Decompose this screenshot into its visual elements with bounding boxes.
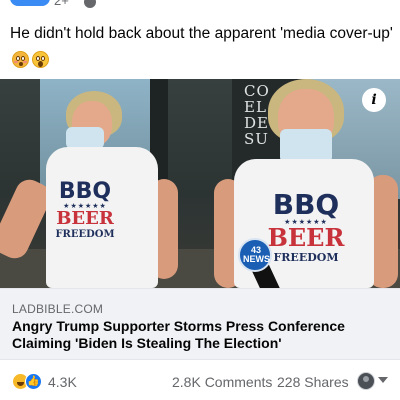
person-left: BBQ ★★★★★★ BEER FREEDOM xyxy=(0,79,200,288)
previous-post-strip: 2+ xyxy=(0,0,400,14)
chevron-down-icon[interactable] xyxy=(378,377,388,383)
caption-emoji-row xyxy=(12,51,49,69)
info-icon[interactable]: i xyxy=(362,88,386,112)
shares-count[interactable]: 228 Shares xyxy=(277,374,349,390)
flushed-face-icon xyxy=(12,51,29,68)
shirt-print-right: BBQ ★★★★★★ BEER FREEDOM xyxy=(267,188,345,264)
link-domain: LADBIBLE.COM xyxy=(12,302,104,316)
microphone-flag-text: 43 NEWS xyxy=(243,245,270,264)
astonished-face-icon xyxy=(32,51,49,68)
post-caption: He didn't hold back about the apparent '… xyxy=(10,25,393,42)
like-icon: 👍 xyxy=(25,373,42,390)
comments-count[interactable]: 2.8K Comments xyxy=(172,374,272,390)
link-headline[interactable]: Angry Trump Supporter Storms Press Confe… xyxy=(12,318,392,352)
reaction-count[interactable]: 4.3K xyxy=(48,374,77,390)
reaction-pill xyxy=(10,0,50,6)
avatar[interactable] xyxy=(357,372,375,390)
shirt-print-left: BBQ ★★★★★★ BEER FREEDOM xyxy=(55,179,115,240)
globe-icon xyxy=(84,0,96,8)
link-preview-image[interactable]: CO EL DE SU BBQ ★★★★★★ BEER FREEDOM BBQ … xyxy=(0,79,400,288)
cut-off-count: 2+ xyxy=(54,0,69,8)
reaction-icons[interactable]: 👍 xyxy=(12,373,46,391)
